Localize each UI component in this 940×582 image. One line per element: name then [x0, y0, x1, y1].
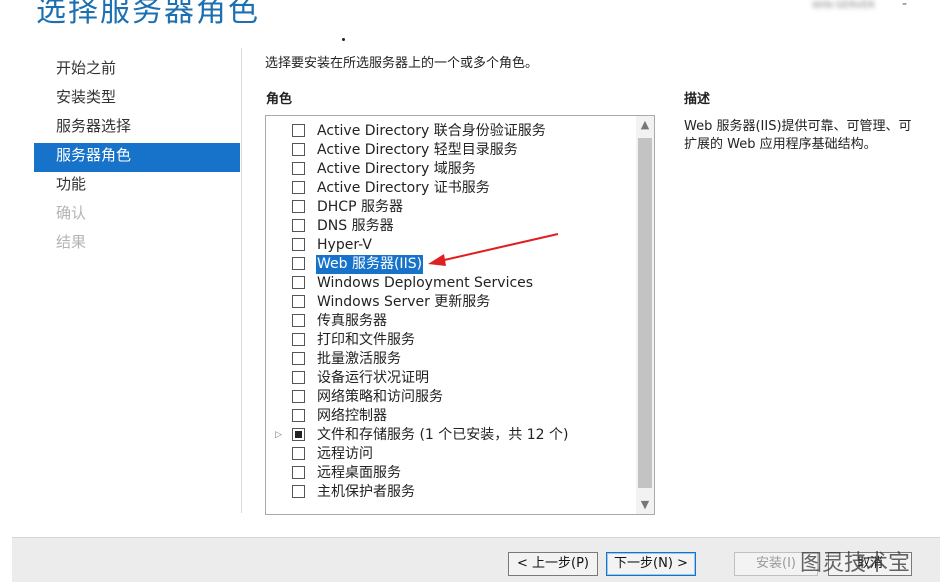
- role-checkbox[interactable]: [292, 371, 305, 384]
- role-row[interactable]: Hyper-V: [266, 236, 634, 255]
- nav-item-features[interactable]: 功能: [34, 172, 240, 201]
- role-checkbox[interactable]: [292, 276, 305, 289]
- role-checkbox[interactable]: [292, 257, 305, 270]
- role-checkbox[interactable]: [292, 200, 305, 213]
- role-checkbox[interactable]: [292, 333, 305, 346]
- wizard-nav: 开始之前 安装类型 服务器选择 服务器角色 功能 确认 结果: [34, 56, 240, 259]
- role-label[interactable]: DNS 服务器: [316, 217, 395, 236]
- role-row[interactable]: DHCP 服务器: [266, 198, 634, 217]
- role-checkbox[interactable]: [292, 390, 305, 403]
- role-checkbox[interactable]: [292, 181, 305, 194]
- scroll-thumb[interactable]: [638, 138, 652, 488]
- role-checkbox[interactable]: [292, 428, 305, 441]
- role-row[interactable]: Active Directory 证书服务: [266, 179, 634, 198]
- nav-item-before-you-begin[interactable]: 开始之前: [34, 56, 240, 85]
- scroll-down-icon[interactable]: ▼: [636, 496, 654, 514]
- role-row[interactable]: 设备运行状况证明: [266, 369, 634, 388]
- role-checkbox[interactable]: [292, 352, 305, 365]
- nav-item-confirmation: 确认: [56, 204, 87, 222]
- server-dash-icon: -: [902, 0, 908, 12]
- nav-item-server-selection[interactable]: 服务器选择: [34, 114, 240, 143]
- role-row[interactable]: 打印和文件服务: [266, 331, 634, 350]
- role-label[interactable]: Active Directory 轻型目录服务: [316, 141, 519, 160]
- role-label[interactable]: Hyper-V: [316, 236, 373, 255]
- role-checkbox[interactable]: [292, 314, 305, 327]
- watermark: 图灵技术宝: [800, 551, 911, 576]
- role-label[interactable]: Windows Deployment Services: [316, 274, 534, 293]
- role-checkbox[interactable]: [292, 447, 305, 460]
- description-header: 描述: [684, 92, 711, 107]
- role-label[interactable]: 主机保护者服务: [316, 483, 416, 502]
- previous-button[interactable]: < 上一步(P): [508, 552, 598, 576]
- role-label[interactable]: 传真服务器: [316, 312, 388, 331]
- role-row[interactable]: Windows Server 更新服务: [266, 293, 634, 312]
- role-row[interactable]: 主机保护者服务: [266, 483, 634, 502]
- role-row[interactable]: Active Directory 轻型目录服务: [266, 141, 634, 160]
- role-checkbox[interactable]: [292, 295, 305, 308]
- role-row[interactable]: 远程访问: [266, 445, 634, 464]
- role-checkbox[interactable]: [292, 409, 305, 422]
- role-label[interactable]: 网络策略和访问服务: [316, 388, 444, 407]
- role-label[interactable]: DHCP 服务器: [316, 198, 404, 217]
- role-label[interactable]: 网络控制器: [316, 407, 388, 426]
- role-row[interactable]: Windows Deployment Services: [266, 274, 634, 293]
- role-checkbox[interactable]: [292, 238, 305, 251]
- target-server-name: WIN-SERVER: [812, 0, 876, 11]
- role-checkbox[interactable]: [292, 466, 305, 479]
- role-label[interactable]: 打印和文件服务: [316, 331, 416, 350]
- role-row[interactable]: 传真服务器: [266, 312, 634, 331]
- role-row[interactable]: Active Directory 联合身份验证服务: [266, 122, 634, 141]
- nav-item-results: 结果: [56, 233, 87, 251]
- role-checkbox[interactable]: [292, 485, 305, 498]
- page-title: 选择服务器角色: [36, 0, 260, 29]
- expand-icon[interactable]: ▷: [275, 426, 282, 445]
- role-row[interactable]: 批量激活服务: [266, 350, 634, 369]
- role-row[interactable]: Web 服务器(IIS): [266, 255, 634, 274]
- next-button[interactable]: 下一步(N) >: [606, 552, 696, 576]
- role-label[interactable]: Web 服务器(IIS): [316, 255, 424, 274]
- role-label[interactable]: Active Directory 域服务: [316, 160, 477, 179]
- role-label[interactable]: 文件和存储服务 (1 个已安装，共 12 个): [316, 426, 569, 445]
- role-label[interactable]: Active Directory 联合身份验证服务: [316, 122, 547, 141]
- instruction-text: 选择要安装在所选服务器上的一个或多个角色。: [265, 56, 539, 71]
- role-checkbox[interactable]: [292, 143, 305, 156]
- nav-divider: [241, 48, 242, 513]
- role-row[interactable]: 网络控制器: [266, 407, 634, 426]
- roles-scrollbar[interactable]: ▲ ▼: [636, 116, 654, 514]
- role-label[interactable]: 批量激活服务: [316, 350, 402, 369]
- role-checkbox[interactable]: [292, 124, 305, 137]
- cursor-dot: [342, 38, 345, 41]
- role-row[interactable]: DNS 服务器: [266, 217, 634, 236]
- scroll-up-icon[interactable]: ▲: [636, 116, 654, 134]
- nav-item-server-roles[interactable]: 服务器角色: [34, 143, 240, 172]
- role-row[interactable]: 远程桌面服务: [266, 464, 634, 483]
- role-checkbox[interactable]: [292, 219, 305, 232]
- role-row[interactable]: 网络策略和访问服务: [266, 388, 634, 407]
- description-text: Web 服务器(IIS)提供可靠、可管理、可扩展的 Web 应用程序基础结构。: [684, 119, 912, 152]
- role-checkbox[interactable]: [292, 162, 305, 175]
- role-label[interactable]: 设备运行状况证明: [316, 369, 430, 388]
- role-label[interactable]: 远程桌面服务: [316, 464, 402, 483]
- role-label[interactable]: Windows Server 更新服务: [316, 293, 491, 312]
- roles-listbox[interactable]: 主机保护者服务 远程桌面服务 远程访问 ▷ 文件和存储服务 (1 个已安装，共 12 个…: [265, 115, 655, 515]
- role-label[interactable]: Active Directory 证书服务: [316, 179, 491, 198]
- role-label[interactable]: 远程访问: [316, 445, 374, 464]
- roles-header: 角色: [266, 92, 293, 107]
- role-row[interactable]: ▷ 文件和存储服务 (1 个已安装，共 12 个): [266, 426, 634, 445]
- nav-item-installation-type[interactable]: 安装类型: [34, 85, 240, 114]
- role-row[interactable]: Active Directory 域服务: [266, 160, 634, 179]
